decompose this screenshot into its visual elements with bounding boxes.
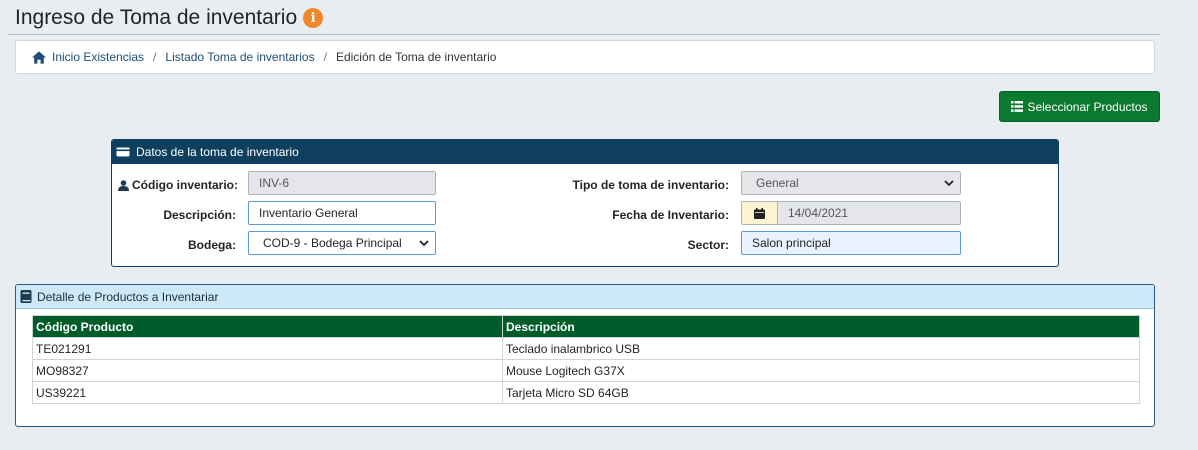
descripcion-label: Descripción: <box>163 208 236 222</box>
tipo-label: Tipo de toma de inventario: <box>572 178 729 192</box>
calendar-icon <box>754 207 765 219</box>
table-row[interactable]: TE021291 Teclado inalambrico USB <box>32 337 1140 360</box>
home-icon <box>32 50 46 64</box>
bodega-select[interactable]: COD-9 - Bodega Principal <box>248 231 436 255</box>
book-icon <box>20 290 32 303</box>
sector-input[interactable]: Salon principal <box>741 231 961 255</box>
codigo-label: Código inventario: <box>118 178 238 192</box>
column-header-descripcion[interactable]: Descripción <box>502 315 1140 338</box>
cell-codigo: US39221 <box>32 381 503 404</box>
inventory-data-panel: Datos de la toma de inventario Código in… <box>111 139 1059 267</box>
sector-label: Sector: <box>687 238 729 252</box>
cell-codigo: MO98327 <box>32 359 503 382</box>
breadcrumb: Inicio Existencias / Listado Toma de inv… <box>15 40 1155 74</box>
breadcrumb-listado-link[interactable]: Listado Toma de inventarios <box>165 50 314 64</box>
cell-descripcion: Teclado inalambrico USB <box>502 337 1140 360</box>
cell-descripcion: Tarjeta Micro SD 64GB <box>502 381 1140 404</box>
product-detail-panel: Detalle de Productos a Inventariar Códig… <box>15 284 1155 427</box>
table-header-row: Código Producto Descripción <box>32 315 1140 338</box>
table-row[interactable]: MO98327 Mouse Logitech G37X <box>32 359 1140 382</box>
tipo-select[interactable]: General <box>741 171 961 195</box>
info-icon[interactable]: i <box>303 8 324 28</box>
inventory-data-panel-header: Datos de la toma de inventario <box>112 140 1058 164</box>
breadcrumb-current: Edición de Toma de inventario <box>335 50 497 64</box>
descripcion-input[interactable]: Inventario General <box>248 201 436 225</box>
column-header-codigo[interactable]: Código Producto <box>32 315 503 338</box>
page-header: Ingreso de Toma de inventario i <box>15 6 324 30</box>
page-title: Ingreso de Toma de inventario <box>15 6 298 29</box>
bodega-label: Bodega: <box>188 238 236 252</box>
products-table: Código Producto Descripción TE021291 Tec… <box>32 315 1140 404</box>
breadcrumb-separator: / <box>153 50 157 64</box>
breadcrumb-separator: / <box>323 50 327 64</box>
breadcrumb-home-label: Inicio Existencias <box>52 50 145 64</box>
list-icon <box>1011 101 1024 112</box>
fecha-label: Fecha de Inventario: <box>612 208 729 222</box>
inventory-data-panel-title: Datos de la toma de inventario <box>136 145 299 159</box>
product-detail-panel-title: Detalle de Productos a Inventariar <box>37 289 219 304</box>
table-row[interactable]: US39221 Tarjeta Micro SD 64GB <box>32 381 1140 404</box>
select-products-button[interactable]: Seleccionar Productos <box>999 91 1160 122</box>
breadcrumb-home-link[interactable]: Inicio Existencias <box>32 50 144 64</box>
codigo-input[interactable]: INV-6 <box>248 171 436 195</box>
calendar-button[interactable] <box>741 201 778 225</box>
cell-descripcion: Mouse Logitech G37X <box>502 359 1140 382</box>
chevron-down-icon <box>944 179 954 186</box>
product-detail-panel-header: Detalle de Productos a Inventariar <box>16 285 1154 309</box>
id-card-icon <box>116 147 130 157</box>
select-products-label: Seleccionar Productos <box>1027 99 1148 114</box>
cell-codigo: TE021291 <box>32 337 503 360</box>
fecha-input[interactable]: 14/04/2021 <box>777 201 961 225</box>
header-divider <box>8 34 1160 35</box>
user-icon <box>118 179 129 191</box>
chevron-down-icon <box>419 239 429 246</box>
